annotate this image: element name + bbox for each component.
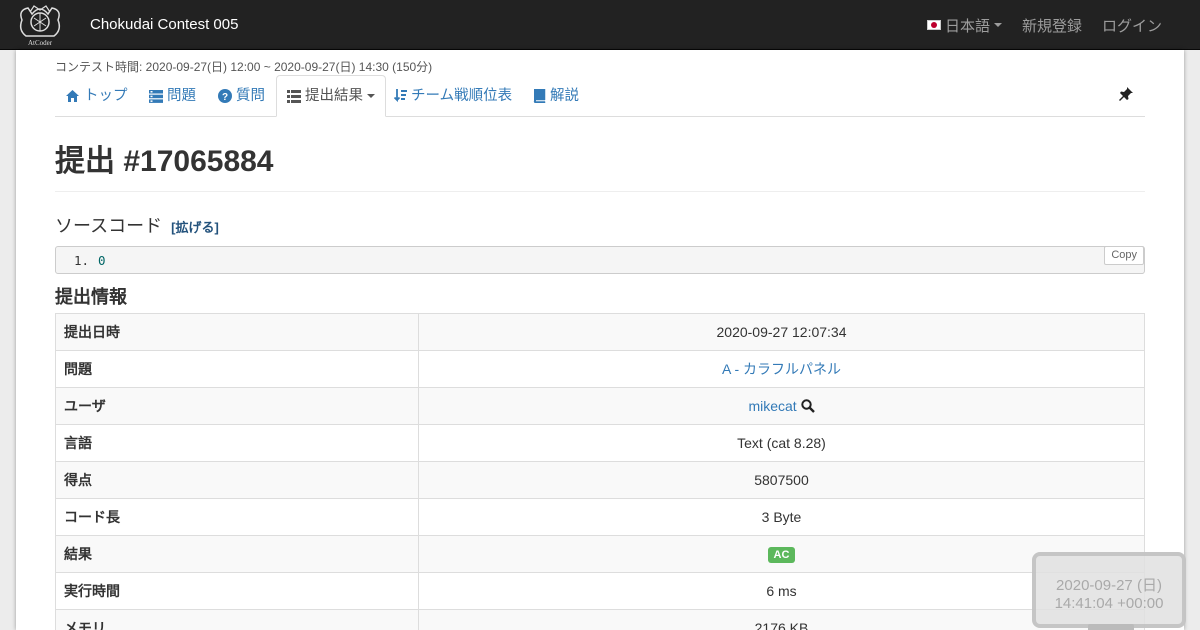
table-row: 得点 5807500: [55, 461, 1145, 499]
login-link[interactable]: ログイン: [1092, 0, 1200, 50]
submission-info-table: 提出日時 2020-09-27 12:07:34 問題 A - カラフルパネル …: [55, 313, 1145, 630]
table-row: 結果 AC: [55, 535, 1145, 573]
row-key: 問題: [55, 350, 419, 388]
row-key: 得点: [55, 461, 419, 499]
row-value: 2020-09-27 12:07:34: [418, 313, 1145, 351]
svg-text:AtCoder: AtCoder: [28, 39, 53, 47]
table-row: 提出日時 2020-09-27 12:07:34: [55, 313, 1145, 351]
row-value: Text (cat 8.28): [418, 424, 1145, 462]
row-key: コード長: [55, 498, 419, 536]
book-icon: [533, 89, 546, 103]
signup-link[interactable]: 新規登録: [1012, 0, 1092, 50]
list-icon: [287, 89, 301, 103]
code-line: 0: [98, 253, 106, 268]
table-row: コード長 3 Byte: [55, 498, 1145, 536]
row-key: 提出日時: [55, 313, 419, 351]
copy-button[interactable]: Copy: [1104, 246, 1144, 265]
caret-down-icon: [367, 94, 375, 98]
clock-time: 14:41:04 +00:00: [1054, 595, 1164, 612]
expand-link[interactable]: [拡げる]: [171, 220, 219, 235]
row-value: 3 Byte: [418, 498, 1145, 536]
navbar-right: 日本語 新規登録 ログイン: [917, 0, 1200, 50]
tab-questions[interactable]: ? 質問: [208, 75, 275, 117]
tab-label: 解説: [550, 88, 579, 104]
table-row: メモリ 2176 KB: [55, 609, 1145, 630]
contest-brand[interactable]: Chokudai Contest 005: [90, 16, 238, 33]
user-link[interactable]: mikecat: [748, 398, 796, 414]
navbar: AtCoder Chokudai Contest 005 日本語 新規登録 ログ…: [0, 0, 1200, 50]
table-row: ユーザ mikecat: [55, 387, 1145, 425]
language-label: 日本語: [944, 17, 990, 35]
tab-label: 問題: [167, 88, 196, 104]
source-code-block: 1. 0 Copy: [55, 246, 1145, 274]
row-key: 言語: [55, 424, 419, 462]
tab-team-standings[interactable]: チーム戦順位表: [384, 75, 522, 117]
row-key: 実行時間: [55, 572, 419, 610]
row-value: 5807500: [418, 461, 1145, 499]
line-number: 1.: [74, 253, 90, 268]
row-key: 結果: [55, 535, 419, 573]
contest-time: コンテスト時間: 2020-09-27(日) 12:00 ~ 2020-09-2…: [55, 60, 433, 74]
contest-nav-tabs: トップ 問題 ? 質問 提出結果 チーム戦順位表 解説: [55, 75, 1145, 117]
search-icon[interactable]: [800, 399, 815, 413]
source-code-title: ソースコード: [55, 216, 163, 236]
clock-date: 2020-09-27 (日): [1056, 577, 1162, 594]
fixed-clock: 2020-09-27 (日) 14:41:04 +00:00: [1032, 552, 1186, 628]
main-container: コンテスト時間: 2020-09-27(日) 12:00 ~ 2020-09-2…: [16, 50, 1184, 630]
japan-flag-icon: [926, 20, 941, 30]
table-row: 言語 Text (cat 8.28): [55, 424, 1145, 462]
submission-info-title: 提出情報: [55, 287, 127, 307]
divider: [55, 191, 1145, 192]
tab-tasks[interactable]: 問題: [139, 75, 206, 117]
tab-label: 質問: [236, 88, 265, 104]
pin-icon[interactable]: [1119, 87, 1133, 101]
home-icon: [66, 90, 79, 102]
language-dropdown[interactable]: 日本語: [917, 0, 1012, 50]
question-icon: ?: [218, 89, 232, 103]
table-row: 実行時間 6 ms: [55, 572, 1145, 610]
tab-label: トップ: [84, 88, 128, 104]
sort-icon: [394, 89, 407, 103]
tab-editorial[interactable]: 解説: [523, 75, 589, 117]
tasks-icon: [149, 89, 163, 103]
tab-label: チーム戦順位表: [411, 88, 513, 104]
caret-down-icon: [993, 23, 1002, 27]
tab-submissions[interactable]: 提出結果: [276, 75, 386, 117]
clock-toggle-button[interactable]: [1088, 624, 1134, 630]
table-row: 問題 A - カラフルパネル: [55, 350, 1145, 388]
tab-label: 提出結果: [305, 88, 363, 104]
row-key: メモリ: [55, 609, 419, 630]
svg-text:?: ?: [222, 92, 228, 103]
source-code-heading: ソースコード [拡げる]: [55, 212, 219, 238]
atcoder-logo[interactable]: AtCoder: [14, 2, 66, 48]
tab-top[interactable]: トップ: [55, 75, 138, 117]
status-badge: AC: [767, 547, 796, 563]
page-title: 提出 #17065884: [55, 145, 274, 178]
row-key: ユーザ: [55, 387, 419, 425]
problem-link[interactable]: A - カラフルパネル: [722, 361, 841, 377]
